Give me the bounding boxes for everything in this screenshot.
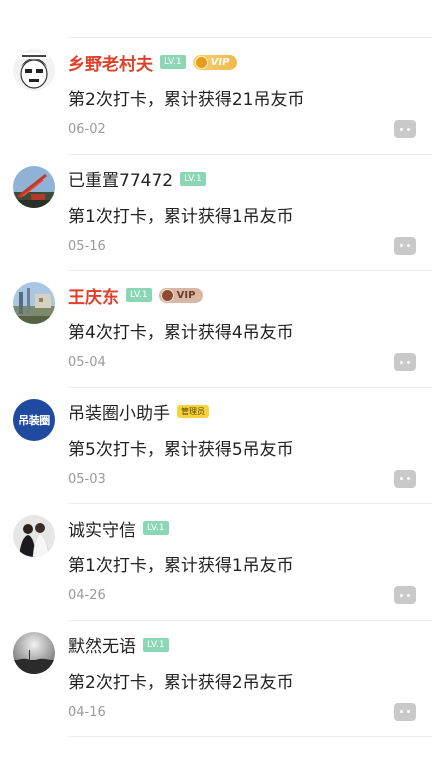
user-name[interactable]: 已重置77472 xyxy=(68,166,173,191)
checkin-text: 第1次打卡，累计获得1吊友币 xyxy=(68,206,294,227)
crane-photo-avatar-icon xyxy=(13,165,55,208)
user-name[interactable]: 王庆东 xyxy=(68,283,119,308)
vip-coin-icon xyxy=(160,288,174,302)
checkin-text: 第1次打卡，累计获得1吊友币 xyxy=(68,556,294,576)
level-badge: LV.1 xyxy=(143,521,169,535)
grayscale-landscape-avatar-icon xyxy=(13,631,55,674)
post-date: 05-16 xyxy=(68,238,106,254)
vip-coin-icon xyxy=(194,55,208,69)
avatar[interactable] xyxy=(13,515,55,557)
post-date: 04-26 xyxy=(68,588,106,603)
list-item: 王庆东 LV.1 VIP 第4次打卡，累计获得4吊友币 05-04 xyxy=(0,271,432,388)
user-name[interactable]: 乡野老村夫 xyxy=(68,50,153,75)
avatar-logo-text: 吊装圈 xyxy=(18,413,50,427)
level-badge: LV.1 xyxy=(126,288,152,302)
user-name[interactable]: 默然无语 xyxy=(68,632,136,657)
comment-bubble-icon[interactable] xyxy=(394,702,416,721)
level-badge: LV.1 xyxy=(180,171,206,186)
user-name[interactable]: 吊装圈小助手 xyxy=(68,399,170,424)
post-date: 04-16 xyxy=(68,704,106,720)
level-badge: LV.1 xyxy=(160,55,186,69)
avatar[interactable] xyxy=(13,282,55,324)
checkin-text: 第2次打卡，累计获得21吊友币 xyxy=(68,90,305,110)
comment-bubble-icon[interactable] xyxy=(394,236,416,255)
post-date: 05-03 xyxy=(68,471,106,487)
avatar[interactable] xyxy=(13,165,55,208)
user-name[interactable]: 诚实守信 xyxy=(68,516,136,541)
comment-bubble-icon[interactable] xyxy=(394,353,416,371)
divider xyxy=(68,736,432,737)
post-date: 06-02 xyxy=(68,122,106,137)
avatar[interactable] xyxy=(13,631,55,674)
construction-site-avatar-icon xyxy=(13,282,55,324)
list-item: 乡野老村夫 LV.1 VIP 第2次打卡，累计获得21吊友币 06-02 xyxy=(0,38,432,155)
checkin-text: 第2次打卡，累计获得2吊友币 xyxy=(68,672,294,693)
comment-bubble-icon[interactable] xyxy=(394,469,416,488)
level-badge: LV.1 xyxy=(143,637,169,652)
vip-badge: VIP xyxy=(158,287,204,303)
list-item: 默然无语 LV.1 第2次打卡，累计获得2吊友币 04-16 xyxy=(0,621,432,737)
list-item: 吊装圈 吊装圈小助手 管理员 第5次打卡，累计获得5吊友币 05-03 xyxy=(0,388,432,504)
comment-bubble-icon[interactable] xyxy=(394,586,416,604)
admin-badge: 管理员 xyxy=(177,405,209,418)
avatar[interactable] xyxy=(13,49,55,91)
list-item: 已重置77472 LV.1 第1次打卡，累计获得1吊友币 05-16 xyxy=(0,155,432,271)
vip-label: VIP xyxy=(176,289,196,301)
vip-label: VIP xyxy=(210,56,230,68)
meme-face-avatar-icon xyxy=(13,49,55,91)
checkin-text: 第5次打卡，累计获得5吊友币 xyxy=(68,439,294,460)
post-date: 05-04 xyxy=(68,355,106,370)
checkin-feed: 乡野老村夫 LV.1 VIP 第2次打卡，累计获得21吊友币 06-02 已重置… xyxy=(0,38,432,737)
couple-photo-avatar-icon xyxy=(13,515,55,557)
comment-bubble-icon[interactable] xyxy=(394,120,416,138)
list-item: 诚实守信 LV.1 第1次打卡，累计获得1吊友币 04-26 xyxy=(0,504,432,621)
vip-badge: VIP xyxy=(192,54,238,70)
checkin-text: 第4次打卡，累计获得4吊友币 xyxy=(68,323,294,343)
avatar[interactable]: 吊装圈 xyxy=(13,398,55,441)
